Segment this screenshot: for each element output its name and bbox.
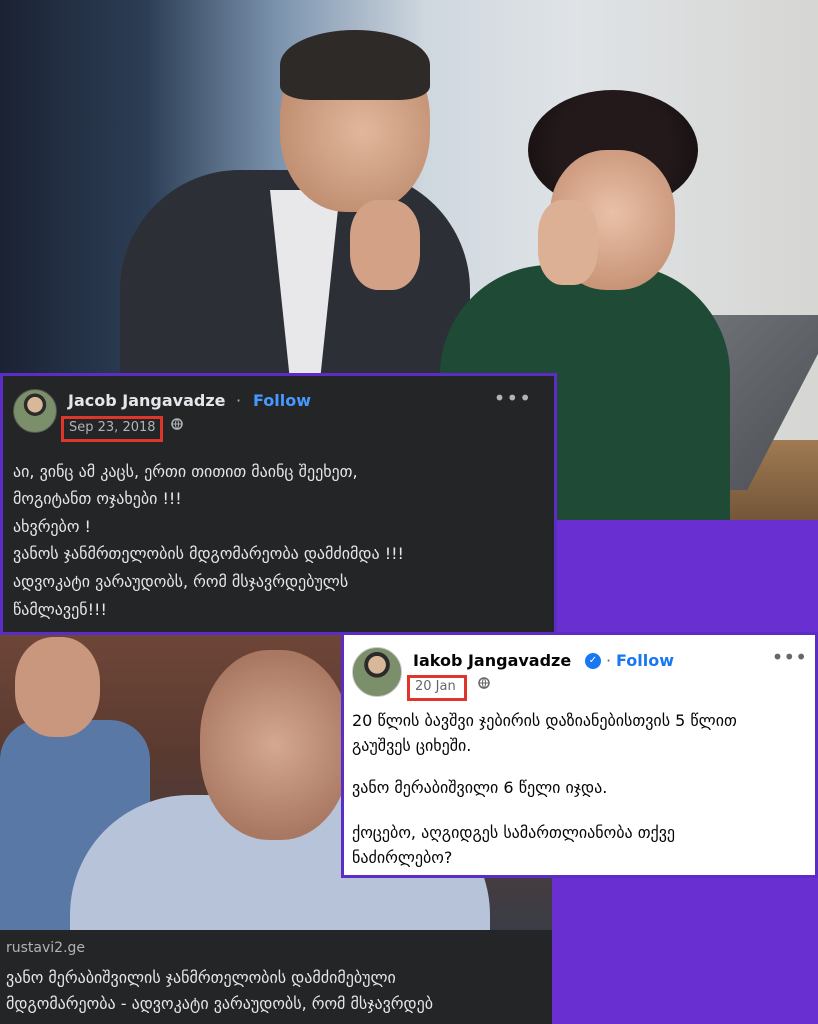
post-text-line: მოგიტანთ ოჯახები !!! bbox=[13, 489, 182, 508]
more-options-icon[interactable]: ••• bbox=[772, 645, 807, 669]
author-name[interactable]: Iakob Jangavadze bbox=[413, 651, 571, 670]
post-text-line: 20 წლის ბავშვი ჯებირის დაზიანებისთვის 5 … bbox=[352, 711, 737, 730]
avatar[interactable] bbox=[13, 389, 57, 433]
post-text-line: ქოცებო, აღგიდგეს სამართლიანობა თქვე bbox=[352, 823, 676, 842]
separator: · bbox=[236, 391, 242, 410]
post-text-line: გაუშვეს ციხეში. bbox=[352, 736, 472, 755]
avatar[interactable] bbox=[352, 647, 402, 697]
facebook-post-dark: Jacob Jangavadze · Follow Sep 23, 2018 •… bbox=[0, 373, 557, 635]
news-link-preview[interactable]: rustavi2.ge ვანო მერაბიშვილის ჯანმრთელობ… bbox=[0, 930, 552, 1024]
more-options-icon[interactable]: ••• bbox=[494, 386, 532, 410]
post-text-line: აი, ვინც ამ კაცს, ერთი თითით მაინც შეეხე… bbox=[13, 462, 358, 481]
follow-button[interactable]: Follow bbox=[253, 391, 311, 410]
globe-icon bbox=[478, 677, 490, 693]
author-name[interactable]: Jacob Jangavadze bbox=[68, 391, 225, 410]
post-text-line: ახვრებო ! bbox=[13, 517, 91, 536]
verified-badge-icon: ✓ bbox=[585, 653, 601, 669]
post-text-line: ვანოს ჯანმრთელობის მდგომარეობა დამძიმდა … bbox=[13, 544, 404, 563]
news-headline-line: მდგომარეობა - ადვოკატი ვარაუდობს, რომ მს… bbox=[6, 994, 434, 1013]
facebook-post-light: Iakob Jangavadze ✓ · Follow ••• 20 Jan 2… bbox=[341, 632, 818, 878]
news-headline-line: ვანო მერაბიშვილის ჯანმრთელობის დამძიმებუ… bbox=[6, 968, 396, 987]
news-source: rustavi2.ge bbox=[6, 940, 86, 956]
post-text-line: წამლავენ!!! bbox=[13, 600, 107, 619]
post-date[interactable]: Sep 23, 2018 bbox=[69, 420, 156, 435]
globe-icon bbox=[171, 418, 183, 434]
post-text-line: ვანო მერაბიშვილი 6 წელი იჯდა. bbox=[352, 778, 608, 797]
post-text-line: ნაძირლებო? bbox=[352, 848, 453, 867]
separator: · bbox=[606, 651, 612, 670]
follow-button[interactable]: Follow bbox=[616, 651, 674, 670]
post-text-line: ადვოკატი ვარაუდობს, რომ მსჯავრდებულს bbox=[13, 572, 349, 591]
post-date[interactable]: 20 Jan bbox=[415, 679, 456, 694]
